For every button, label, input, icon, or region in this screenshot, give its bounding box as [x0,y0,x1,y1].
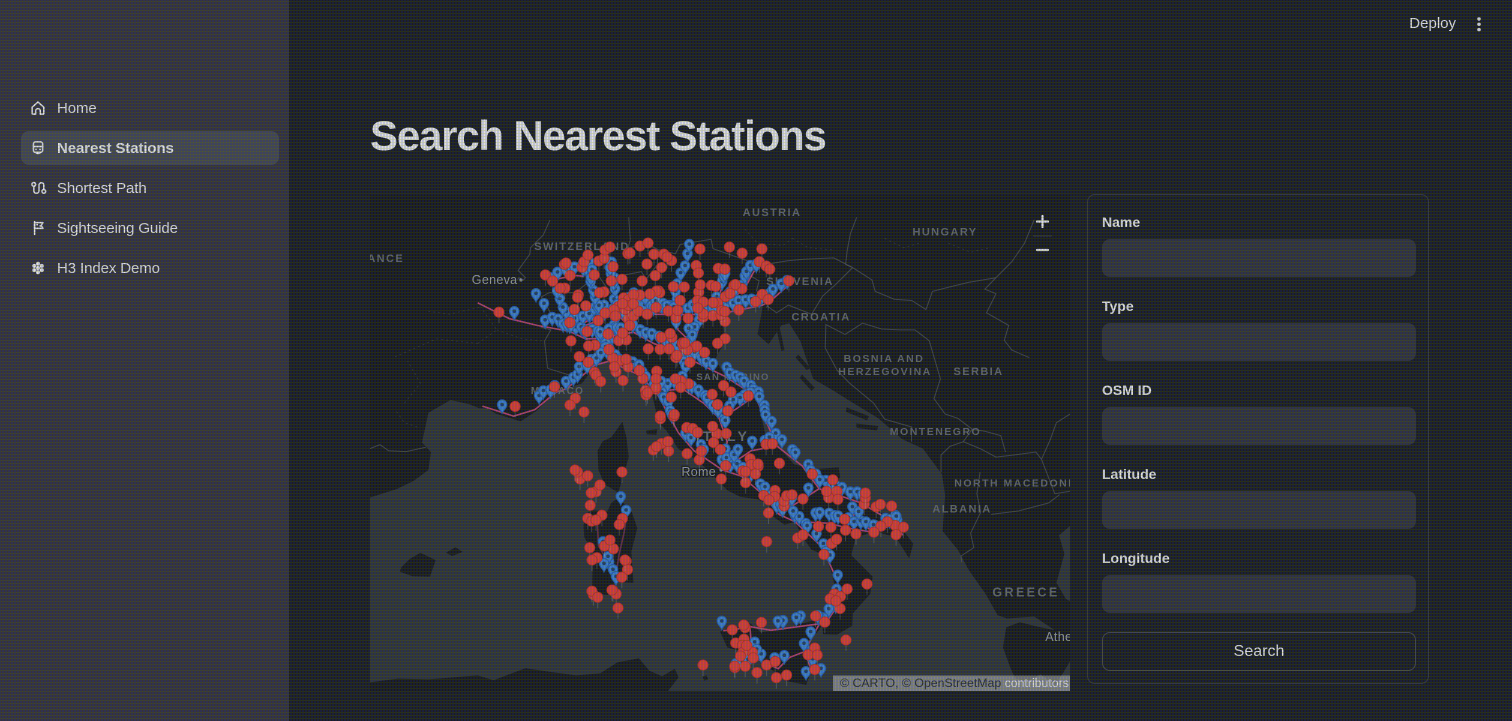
svg-text:Athens: Athens [1045,630,1070,644]
svg-text:SERBIA: SERBIA [954,366,1004,378]
svg-text:CROATIA: CROATIA [791,312,850,324]
svg-text:GREECE: GREECE [992,586,1059,600]
svg-text:FRANCE: FRANCE [370,253,404,265]
svg-text:NORTH MACEDONIA: NORTH MACEDONIA [954,478,1070,490]
svg-text:ALBANIA: ALBANIA [932,504,991,516]
svg-text:Rome: Rome [681,465,716,479]
svg-text:Geneva: Geneva [472,273,518,287]
svg-text:MONTENEGRO: MONTENEGRO [890,426,981,438]
svg-text:BOSNIA AND: BOSNIA AND [844,353,925,365]
svg-text:HUNGARY: HUNGARY [912,227,977,239]
svg-text:AUSTRIA: AUSTRIA [743,207,802,219]
svg-text:© CARTO, © OpenStreetMap contr: © CARTO, © OpenStreetMap contributors [840,676,1069,690]
svg-text:HERZEGOVINA: HERZEGOVINA [838,366,932,378]
